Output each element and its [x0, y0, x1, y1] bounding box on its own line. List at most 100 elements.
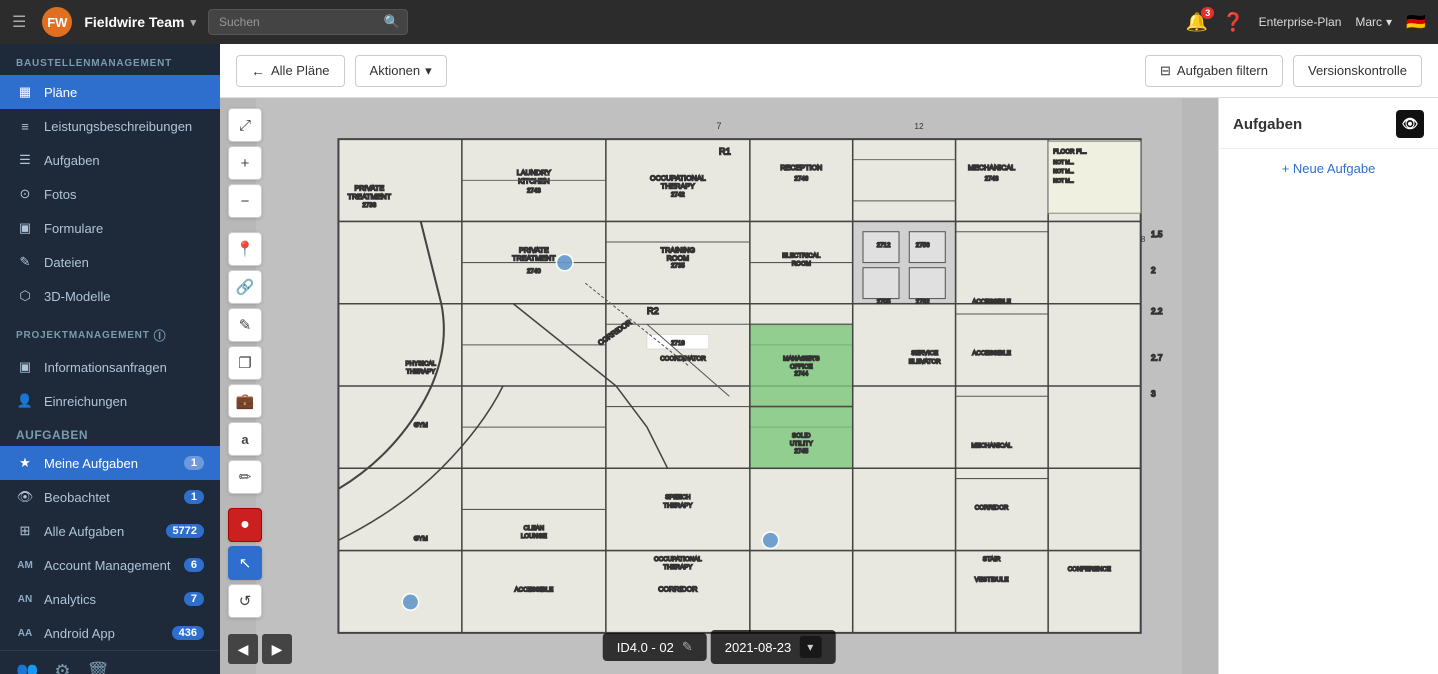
svg-text:LOUNGE: LOUNGE	[521, 533, 547, 540]
left-tools: ⤢ + − 📍 🔗 ✎ ❐ 💼 a ✏ ● ↖ ↺	[228, 108, 262, 618]
plan-canvas[interactable]: PRIVATE TREATMENT LAUNDRY KITCHEN PRIVAT…	[220, 98, 1218, 674]
zoom-out-tool-button[interactable]: −	[228, 184, 262, 218]
sidebar-item-3d-modelle[interactable]: ⬡ 3D-Modelle	[0, 279, 220, 313]
sidebar-item-label: Formulare	[44, 221, 204, 236]
sidebar-item-einreichungen[interactable]: 👤 Einreichungen	[0, 384, 220, 418]
dateien-icon: ✎	[16, 253, 34, 271]
main-layout: BAUSTELLENMANAGEMENT ▦ Pläne ≡ Leistungs…	[0, 44, 1438, 674]
sidebar-item-label: Alle Aufgaben	[44, 524, 156, 539]
svg-text:1.5: 1.5	[1151, 230, 1163, 239]
plan-date-dropdown-button[interactable]: ▾	[799, 636, 821, 658]
help-button[interactable]: ❓	[1222, 12, 1244, 33]
pin-tool-button[interactable]: 📍	[228, 232, 262, 266]
svg-text:2743: 2743	[985, 175, 999, 182]
pencil-tool-button[interactable]: ✎	[228, 308, 262, 342]
actions-button[interactable]: Aktionen ▾	[355, 55, 447, 87]
search-icon[interactable]: 🔍	[384, 14, 400, 30]
sidebar-item-formulare[interactable]: ▣ Formulare	[0, 211, 220, 245]
user-menu[interactable]: Marc ▾	[1355, 15, 1392, 29]
svg-text:2743: 2743	[527, 188, 541, 195]
undo-tool-button[interactable]: ↺	[228, 584, 262, 618]
svg-text:OFFICE: OFFICE	[790, 364, 813, 371]
svg-text:12: 12	[914, 122, 924, 131]
chevron-down-icon: ▾	[1386, 15, 1392, 29]
svg-text:SERVICE: SERVICE	[911, 350, 938, 357]
trash-icon[interactable]: 🗑	[87, 661, 110, 674]
zoom-in-tool-button[interactable]: +	[228, 146, 262, 180]
new-task-button[interactable]: + Neue Aufgabe	[1219, 149, 1438, 188]
fotos-icon: ⊙	[16, 185, 34, 203]
svg-text:2.2: 2.2	[1151, 307, 1163, 316]
svg-text:MECHANICAL: MECHANICAL	[971, 443, 1012, 450]
sidebar-item-alle-aufgaben[interactable]: ⊞ Alle Aufgaben 5772	[0, 514, 220, 548]
sidebar-item-beobachtet[interactable]: 👁 Beobachtet 1	[0, 480, 220, 514]
hamburger-icon[interactable]: ☰	[12, 12, 26, 32]
next-plan-button[interactable]: ▶	[262, 634, 292, 664]
svg-text:2735: 2735	[671, 263, 685, 270]
svg-text:2742: 2742	[671, 192, 685, 199]
svg-text:2.7: 2.7	[1151, 353, 1163, 362]
notification-button[interactable]: 🔔 3	[1186, 12, 1208, 33]
sidebar-item-android-app[interactable]: AA Android App 436	[0, 616, 220, 650]
svg-text:CLEAN: CLEAN	[524, 525, 545, 532]
svg-text:GYM: GYM	[414, 422, 428, 429]
back-button[interactable]: ← Alle Pläne	[236, 55, 345, 87]
sidebar-item-dateien[interactable]: ✎ Dateien	[0, 245, 220, 279]
filter-button[interactable]: ⊟ Aufgaben filtern	[1145, 55, 1283, 87]
version-button[interactable]: Versionskontrolle	[1293, 55, 1422, 87]
sidebar-item-account-management[interactable]: AM Account Management 6	[0, 548, 220, 582]
svg-text:NOT M...: NOT M...	[1053, 169, 1074, 175]
info-icon: ▣	[16, 358, 34, 376]
svg-text:CONFERENCE: CONFERENCE	[1068, 566, 1111, 573]
record-tool-button[interactable]: ●	[228, 508, 262, 542]
visibility-toggle-button[interactable]: 👁	[1396, 110, 1424, 138]
analytics-icon: AN	[16, 590, 34, 608]
briefcase-tool-button[interactable]: 💼	[228, 384, 262, 418]
svg-text:THERAPY: THERAPY	[661, 182, 695, 191]
sidebar-item-label: Account Management	[44, 558, 174, 573]
projektmanagement-help-icon[interactable]: ⓘ	[154, 327, 167, 344]
cursor-tool-button[interactable]: ↖	[228, 546, 262, 580]
sidebar-item-label: Meine Aufgaben	[44, 456, 174, 471]
svg-text:CORRIDOR: CORRIDOR	[975, 504, 1009, 511]
svg-text:R1: R1	[719, 147, 731, 157]
svg-text:FLOOR FI...: FLOOR FI...	[1053, 149, 1087, 156]
svg-text:TREATMENT: TREATMENT	[512, 254, 556, 263]
sidebar-item-meine-aufgaben[interactable]: ★ Meine Aufgaben 1	[0, 446, 220, 480]
einreich-icon: 👤	[16, 392, 34, 410]
right-panel-title: Aufgaben	[1233, 116, 1302, 133]
plan-date-text: 2021-08-23	[725, 640, 792, 655]
eraser-tool-button[interactable]: ✏	[228, 460, 262, 494]
edit-plan-id-button[interactable]: ✎	[682, 639, 693, 655]
svg-text:2712: 2712	[877, 242, 891, 249]
bottom-info: ID4.0 - 02 ✎ 2021-08-23 ▾	[603, 630, 836, 664]
sidebar-item-fotos[interactable]: ⊙ Fotos	[0, 177, 220, 211]
sidebar-item-leistungsbeschreibungen[interactable]: ≡ Leistungsbeschreibungen	[0, 109, 220, 143]
prev-plan-button[interactable]: ◀	[228, 634, 258, 664]
plan-date-badge: 2021-08-23 ▾	[711, 630, 836, 664]
plan-view: PRIVATE TREATMENT LAUNDRY KITCHEN PRIVAT…	[220, 98, 1438, 674]
svg-text:RECEPTION: RECEPTION	[780, 163, 822, 172]
plan-id-text: ID4.0 - 02	[617, 640, 674, 655]
search-input[interactable]	[208, 9, 408, 35]
svg-text:OCCUPATIONAL: OCCUPATIONAL	[654, 556, 702, 563]
team-name[interactable]: Fieldwire Team ▾	[84, 14, 196, 30]
svg-text:2705: 2705	[877, 299, 891, 306]
team-icon[interactable]: 👥	[16, 661, 38, 674]
link-tool-button[interactable]: 🔗	[228, 270, 262, 304]
sidebar-item-plaene[interactable]: ▦ Pläne	[0, 75, 220, 109]
plan-type-label: Enterprise-Plan	[1259, 15, 1342, 29]
language-flag[interactable]: 🇩🇪	[1406, 12, 1426, 32]
sidebar-item-informationsanfragen[interactable]: ▣ Informationsanfragen	[0, 350, 220, 384]
settings-icon[interactable]: ⚙	[54, 661, 70, 674]
svg-text:2744: 2744	[794, 371, 808, 378]
copy-tool-button[interactable]: ❐	[228, 346, 262, 380]
alle-aufgaben-badge: 5772	[166, 524, 204, 538]
text-tool-button[interactable]: a	[228, 422, 262, 456]
sidebar-item-analytics[interactable]: AN Analytics 7	[0, 582, 220, 616]
fullscreen-tool-button[interactable]: ⤢	[228, 108, 262, 142]
sidebar-item-aufgaben[interactable]: ☰ Aufgaben	[0, 143, 220, 177]
svg-text:2718: 2718	[671, 340, 685, 347]
sidebar-item-label: 3D-Modelle	[44, 289, 204, 304]
svg-text:STAIR: STAIR	[983, 556, 1001, 563]
